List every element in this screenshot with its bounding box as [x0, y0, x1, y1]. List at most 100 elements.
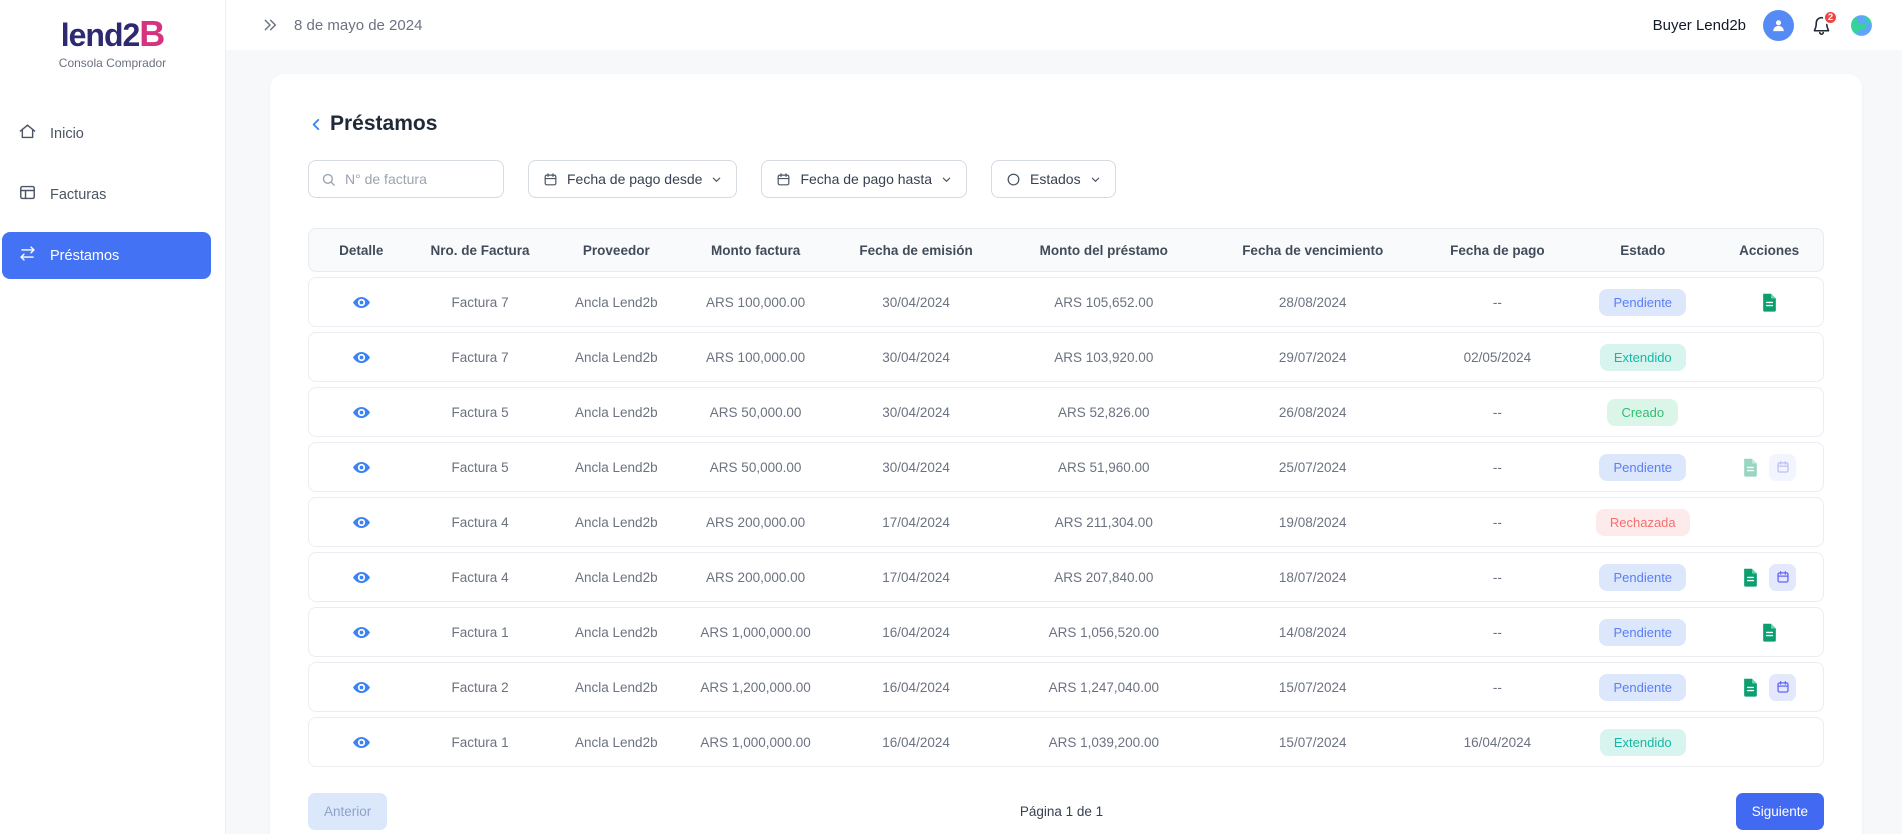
provider-name: Ancla Lend2b	[547, 718, 686, 766]
user-name: Buyer Lend2b	[1653, 17, 1746, 34]
invoice-number: Factura 4	[413, 498, 546, 546]
payment-date: --	[1425, 663, 1570, 711]
eye-icon[interactable]	[352, 733, 371, 752]
actions-cell	[1715, 608, 1822, 656]
back-chevron-icon[interactable]	[308, 116, 325, 133]
actions-cell	[1715, 498, 1822, 546]
invoice-search-field[interactable]	[308, 160, 504, 198]
brand-logo[interactable]: lend2B	[8, 16, 217, 52]
filter-label: Fecha de pago desde	[567, 171, 702, 187]
provider-name: Ancla Lend2b	[547, 608, 686, 656]
actions-cell	[1715, 663, 1822, 711]
invoice-number: Factura 1	[413, 718, 546, 766]
invoice-number: Factura 5	[413, 443, 546, 491]
issue-date: 30/04/2024	[825, 278, 1007, 326]
filter-date-to-button[interactable]: Fecha de pago hasta	[761, 160, 967, 198]
previous-page-button[interactable]: Anterior	[308, 793, 387, 830]
actions-cell	[1715, 278, 1822, 326]
user-avatar[interactable]	[1763, 10, 1794, 41]
actions-cell	[1715, 388, 1822, 436]
detail-cell	[309, 443, 413, 491]
table-row: Factura 7 Ancla Lend2b ARS 100,000.00 30…	[308, 332, 1824, 382]
calendar-action-icon[interactable]	[1769, 674, 1796, 701]
payment-date: 02/05/2024	[1425, 333, 1570, 381]
sidebar-item-facturas[interactable]: Facturas	[2, 171, 211, 218]
eye-icon[interactable]	[352, 293, 371, 312]
topbar: 8 de mayo de 2024 Buyer Lend2b 2	[226, 0, 1902, 50]
table-row: Factura 2 Ancla Lend2b ARS 1,200,000.00 …	[308, 662, 1824, 712]
sidebar-item-prestamos[interactable]: Préstamos	[2, 232, 211, 279]
page-title: Préstamos	[330, 112, 437, 136]
filter-label: Estados	[1030, 171, 1081, 187]
column-header: Monto factura	[686, 229, 825, 271]
status-badge: Pendiente	[1599, 564, 1686, 591]
issue-date: 17/04/2024	[825, 553, 1007, 601]
issue-date: 16/04/2024	[825, 718, 1007, 766]
eye-icon[interactable]	[352, 568, 371, 587]
sidebar-item-label: Inicio	[50, 126, 84, 142]
document-action-icon[interactable]	[1742, 458, 1759, 477]
document-action-icon[interactable]	[1761, 293, 1778, 312]
eye-icon[interactable]	[352, 678, 371, 697]
status-badge: Pendiente	[1599, 619, 1686, 646]
sidebar-item-inicio[interactable]: Inicio	[2, 110, 211, 157]
language-globe-icon[interactable]	[1849, 13, 1874, 38]
status-cell: Pendiente	[1570, 553, 1715, 601]
filter-date-from-button[interactable]: Fecha de pago desde	[528, 160, 737, 198]
status-badge: Pendiente	[1599, 674, 1686, 701]
payment-date: --	[1425, 443, 1570, 491]
issue-date: 30/04/2024	[825, 333, 1007, 381]
issue-date: 30/04/2024	[825, 388, 1007, 436]
invoice-number: Factura 2	[413, 663, 546, 711]
current-date: 8 de mayo de 2024	[294, 17, 422, 34]
provider-name: Ancla Lend2b	[547, 443, 686, 491]
document-action-icon[interactable]	[1742, 568, 1759, 587]
issue-date: 16/04/2024	[825, 663, 1007, 711]
eye-icon[interactable]	[352, 513, 371, 532]
sidebar-collapse-icon[interactable]	[262, 17, 278, 33]
provider-name: Ancla Lend2b	[547, 498, 686, 546]
search-icon	[321, 172, 336, 187]
calendar-action-icon[interactable]	[1769, 454, 1796, 481]
eye-icon[interactable]	[352, 348, 371, 367]
table-row: Factura 4 Ancla Lend2b ARS 200,000.00 17…	[308, 552, 1824, 602]
provider-name: Ancla Lend2b	[547, 388, 686, 436]
invoice-number: Factura 1	[413, 608, 546, 656]
issue-date: 16/04/2024	[825, 608, 1007, 656]
loan-amount: ARS 51,960.00	[1007, 443, 1201, 491]
status-cell: Pendiente	[1570, 663, 1715, 711]
document-action-icon[interactable]	[1761, 623, 1778, 642]
due-date: 15/07/2024	[1201, 718, 1425, 766]
document-action-icon[interactable]	[1742, 678, 1759, 697]
sidebar: lend2B Consola Comprador Inicio Facturas…	[0, 0, 226, 834]
eye-icon[interactable]	[352, 458, 371, 477]
search-input[interactable]	[345, 171, 491, 187]
eye-icon[interactable]	[352, 623, 371, 642]
provider-name: Ancla Lend2b	[547, 663, 686, 711]
detail-cell	[309, 388, 413, 436]
detail-cell	[309, 608, 413, 656]
status-cell: Extendido	[1570, 333, 1715, 381]
status-cell: Pendiente	[1570, 443, 1715, 491]
filter-states-button[interactable]: Estados	[991, 160, 1116, 198]
column-header: Proveedor	[547, 229, 686, 271]
notifications-button[interactable]: 2	[1811, 15, 1832, 36]
pagination: Anterior Página 1 de 1 Siguiente	[308, 793, 1824, 830]
payment-date: --	[1425, 498, 1570, 546]
loan-amount: ARS 1,247,040.00	[1007, 663, 1201, 711]
calendar-action-icon[interactable]	[1769, 564, 1796, 591]
invoice-amount: ARS 1,000,000.00	[686, 608, 825, 656]
filters-bar: Fecha de pago desde Fecha de pago hasta …	[308, 160, 1824, 198]
invoice-amount: ARS 100,000.00	[686, 278, 825, 326]
table-row: Factura 5 Ancla Lend2b ARS 50,000.00 30/…	[308, 442, 1824, 492]
payment-date: --	[1425, 278, 1570, 326]
eye-icon[interactable]	[352, 403, 371, 422]
next-page-button[interactable]: Siguiente	[1736, 793, 1824, 830]
column-header: Fecha de pago	[1425, 229, 1570, 271]
page-title-row: Préstamos	[308, 110, 1824, 138]
invoice-amount: ARS 50,000.00	[686, 443, 825, 491]
status-badge: Extendido	[1600, 729, 1686, 756]
table-body: Factura 7 Ancla Lend2b ARS 100,000.00 30…	[308, 277, 1824, 767]
due-date: 18/07/2024	[1201, 553, 1425, 601]
loans-card: Préstamos Fecha de pago desde Fecha d	[270, 74, 1862, 834]
